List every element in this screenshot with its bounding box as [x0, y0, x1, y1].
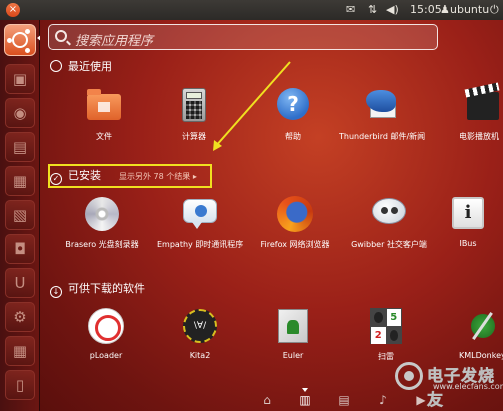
mail-icon[interactable]: ✉	[346, 3, 355, 17]
app-kmldonkey[interactable]: KMLDonkey	[433, 306, 503, 360]
thunderbird-icon	[362, 86, 402, 126]
euler-icon	[273, 306, 313, 346]
app-label: Empathy 即时通讯程序	[157, 240, 243, 249]
top-panel: × ✉ ⇅ ◀) 15:05 ♟ ubuntu ⏻	[0, 0, 503, 20]
app-label: Thunderbird 邮件/新闻	[339, 132, 425, 141]
clock-icon	[50, 60, 62, 72]
app-euler[interactable]: Euler	[250, 306, 336, 360]
app-label: 扫雷	[378, 352, 394, 361]
show-more-link[interactable]: 显示另外 78 个结果 ▸	[119, 172, 197, 181]
launcher-trash-icon[interactable]: ▯	[5, 370, 35, 400]
firefox-icon	[275, 194, 315, 234]
logo-dot	[7, 38, 12, 43]
launcher-workspaces-icon[interactable]: ▦	[5, 336, 35, 366]
app-movie-player[interactable]: 电影播放机	[433, 86, 503, 142]
category-available[interactable]: ↓ 可供下载的软件	[50, 281, 145, 298]
launcher-files-icon[interactable]: ▣	[5, 64, 35, 94]
expand-arrow-icon: ▸	[192, 172, 197, 181]
watermark-logo-icon	[395, 362, 423, 390]
app-firefox[interactable]: Firefox 网络浏览器	[252, 194, 338, 250]
app-label: Gwibber 社交客户端	[351, 240, 427, 249]
app-label: 帮助	[285, 132, 301, 141]
kmldonkey-icon	[463, 306, 503, 346]
logo-dot	[25, 29, 30, 34]
clapperboard-icon	[463, 86, 503, 126]
check-icon: ✓	[50, 173, 62, 185]
kita-icon: \∀/	[180, 306, 220, 346]
ibus-icon: i	[448, 194, 488, 234]
launcher-ubuntu-one-icon[interactable]: U	[5, 268, 35, 298]
launcher-software-center-icon[interactable]: ◘	[5, 234, 35, 264]
category-recent[interactable]: 最近使用	[50, 59, 112, 75]
launcher-settings-icon[interactable]: ⚙	[5, 302, 35, 332]
launcher-calc-icon[interactable]: ▦	[5, 166, 35, 196]
app-empathy[interactable]: Empathy 即时通讯程序	[157, 194, 243, 250]
music-lens-icon[interactable]: ♪	[374, 392, 392, 408]
app-label: Firefox 网络浏览器	[260, 240, 330, 249]
username-label[interactable]: ubuntu	[450, 3, 489, 17]
launcher-writer-icon[interactable]: ▤	[5, 132, 35, 162]
ubuntu-logo-icon	[12, 32, 28, 48]
app-brasero[interactable]: Brasero 光盘刻录器	[59, 194, 145, 250]
help-icon: ?	[273, 86, 313, 126]
search-icon	[55, 30, 67, 42]
app-label: Euler	[282, 351, 304, 360]
user-icon[interactable]: ♟	[440, 3, 450, 17]
search-placeholder: 搜索应用程序	[75, 34, 154, 49]
launcher: ▣ ◉ ▤ ▦ ▧ ◘ U ⚙ ▦ ▯	[0, 20, 42, 411]
down-arrow-icon: ↓	[50, 286, 62, 298]
category-available-label: 可供下载的软件	[68, 282, 145, 295]
home-folder-icon	[84, 86, 124, 126]
app-thunderbird[interactable]: Thunderbird 邮件/新闻	[339, 86, 425, 142]
files-lens-icon[interactable]: ▤	[335, 392, 353, 408]
dash-overlay: 搜索应用程序 最近使用 文件 计算器 ? 帮助 Thunderbird 邮件/新…	[40, 20, 503, 411]
disc-icon	[82, 194, 122, 234]
app-help[interactable]: ? 帮助	[250, 86, 336, 142]
app-gwibber[interactable]: Gwibber 社交客户端	[346, 194, 432, 250]
chat-bubble-icon	[180, 194, 220, 234]
ploader-icon	[86, 306, 126, 346]
app-label: 电影播放机	[459, 132, 499, 141]
app-files[interactable]: 文件	[61, 86, 147, 142]
launcher-impress-icon[interactable]: ▧	[5, 200, 35, 230]
category-installed-label: 已安装	[68, 169, 101, 182]
power-icon[interactable]: ⏻	[490, 3, 499, 17]
watermark-url: www.elecfans.com	[433, 382, 503, 391]
app-label: 计算器	[182, 132, 206, 141]
dash-home-button[interactable]	[4, 24, 36, 56]
network-icon[interactable]: ⇅	[368, 3, 377, 17]
app-kita2[interactable]: \∀/ Kita2	[157, 306, 243, 360]
applications-lens-icon[interactable]: ▥	[296, 392, 314, 408]
category-installed[interactable]: ✓ 已安装 显示另外 78 个结果 ▸	[50, 168, 197, 185]
app-calculator[interactable]: 计算器	[151, 86, 237, 142]
app-label: Kita2	[189, 351, 211, 360]
app-label: KMLDonkey	[459, 351, 503, 360]
app-ploader[interactable]: pLoader	[63, 306, 149, 360]
app-label: 文件	[96, 132, 112, 141]
search-input[interactable]: 搜索应用程序	[48, 24, 438, 50]
launcher-browser-icon[interactable]: ◉	[5, 98, 35, 128]
volume-icon[interactable]: ◀)	[386, 3, 399, 17]
category-recent-label: 最近使用	[68, 60, 112, 73]
clock-time[interactable]: 15:05	[410, 3, 442, 17]
gwibber-icon	[369, 194, 409, 234]
app-minesweeper[interactable]: 52 扫雷	[343, 306, 429, 362]
home-lens-icon[interactable]: ⌂	[258, 392, 276, 408]
app-ibus[interactable]: i IBus	[438, 194, 498, 248]
calculator-icon	[174, 86, 214, 126]
close-icon[interactable]: ×	[6, 3, 20, 17]
minesweeper-icon: 52	[366, 306, 406, 346]
logo-dot	[25, 48, 30, 53]
app-label: Brasero 光盘刻录器	[65, 240, 139, 249]
app-label: IBus	[459, 239, 477, 248]
app-label: pLoader	[89, 351, 123, 360]
watermark: 电子发烧友 www.elecfans.com	[395, 362, 503, 409]
